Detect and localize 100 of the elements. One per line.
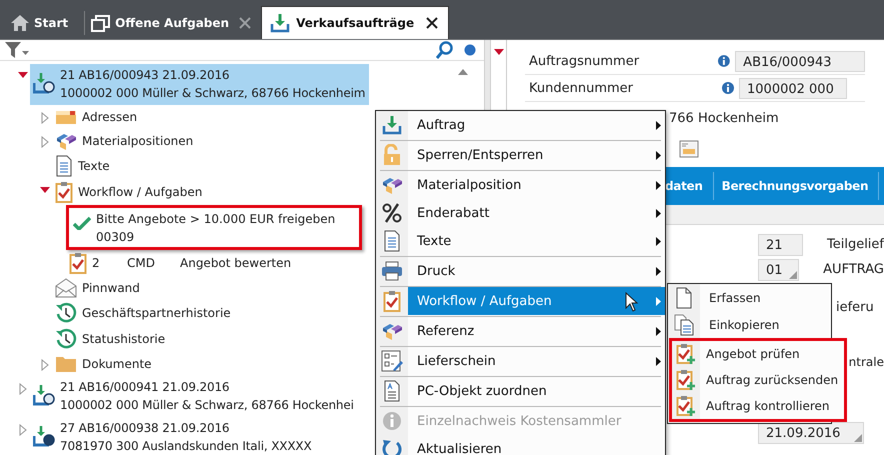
tab[interactable]: Offene Aufgaben <box>89 7 258 39</box>
menu-item[interactable]: Einkopieren <box>668 311 831 338</box>
windows-icon <box>91 14 112 32</box>
expand-icon[interactable] <box>41 136 49 148</box>
menu-item[interactable]: Texte <box>376 227 665 255</box>
menu-item[interactable]: Auftrag zurücksenden <box>672 367 844 393</box>
submenu-arrow-icon <box>656 266 661 276</box>
document-icon <box>383 230 401 252</box>
checklist-icon <box>381 350 403 372</box>
tree-item[interactable]: Texte <box>52 153 113 179</box>
field-label: Auftragsnummer <box>528 54 640 68</box>
tab[interactable]: Berechnungsvorgaben <box>714 172 880 200</box>
clipboard-check-icon <box>69 252 87 274</box>
tree-item[interactable]: 27 AB16/000938 21.09.2016 7081970 300 Auslandskunden Itali, XXXXX <box>30 417 316 455</box>
download-icon <box>270 13 290 33</box>
tree-item[interactable]: Adressen <box>52 105 140 129</box>
field-label: ieferu <box>836 300 874 315</box>
collapse-icon[interactable] <box>39 186 51 194</box>
order-icon <box>33 384 55 406</box>
tree-item[interactable]: Dokumente <box>52 352 155 376</box>
menu-item[interactable]: Enderabatt <box>376 199 665 227</box>
tab[interactable]: Start <box>8 7 80 39</box>
submenu-arrow-icon <box>656 356 661 366</box>
field-label: AUFTRAG <box>823 262 884 277</box>
boxes-icon <box>381 321 403 341</box>
info-icon <box>722 82 734 94</box>
folder-icon <box>55 355 77 373</box>
tree-item[interactable]: Pinnwand <box>52 276 143 300</box>
clipboard-check-icon <box>55 181 73 203</box>
dropdown-corner-icon <box>789 270 798 278</box>
envelope-icon <box>55 278 77 298</box>
submenu-arrow-icon <box>656 296 661 306</box>
lock-icon <box>382 144 402 166</box>
copy-icon <box>674 314 694 336</box>
tree-item[interactable]: Workflow / Aufgaben <box>52 179 206 205</box>
tree-item[interactable]: 21 AB16/000943 21.09.2016 1000002 000 Müller & Schwarz, 68766 Hockenheim <box>30 64 370 105</box>
document-icon <box>383 380 401 402</box>
info-icon <box>718 55 730 67</box>
submenu-arrow-icon <box>656 236 661 246</box>
order-icon <box>33 425 55 447</box>
menu-item[interactable]: PC-Objekt zuordnen <box>376 377 665 405</box>
dropdown-corner-icon <box>854 434 862 442</box>
boxes-icon <box>381 175 403 195</box>
dropdown-field[interactable]: 01 <box>758 258 800 280</box>
history-icon <box>55 328 77 350</box>
text-field[interactable]: 21 <box>758 234 803 256</box>
field-label: Kundennummer <box>528 80 634 96</box>
expand-icon[interactable] <box>41 112 49 124</box>
menu-item[interactable]: Druck <box>376 257 665 285</box>
collapse-icon[interactable] <box>17 71 29 79</box>
clipboard-plus-icon <box>676 343 696 365</box>
menu-item[interactable]: Sperren/Entsperren <box>376 141 665 169</box>
submenu-arrow-icon <box>656 180 661 190</box>
document-icon <box>675 286 693 308</box>
menu-item[interactable]: Materialposition <box>376 171 665 199</box>
text-field[interactable]: 1000002 000 <box>739 78 847 98</box>
submenu-arrow-icon <box>656 208 661 218</box>
collapse-icon[interactable] <box>492 48 504 56</box>
tree-item[interactable]: 2 CMD Angebot bewerten <box>66 250 294 276</box>
menu-item[interactable]: Referenz <box>376 317 665 345</box>
expand-icon[interactable] <box>19 424 27 436</box>
tree-item[interactable]: Statushistorie <box>52 326 168 352</box>
menu-item[interactable]: Auftrag <box>376 111 665 139</box>
clipboard-check-icon <box>383 290 401 312</box>
menu-item[interactable]: Aktualisieren <box>376 435 665 455</box>
menu-item[interactable]: Angebot prüfen <box>672 341 844 367</box>
download-icon <box>382 115 402 135</box>
home-icon <box>10 14 30 32</box>
menu-item[interactable]: Erfassen <box>668 284 831 311</box>
menu-item[interactable]: Auftrag kontrollieren <box>672 393 844 419</box>
submenu-arrow-icon <box>656 150 661 160</box>
card-icon[interactable] <box>679 140 699 158</box>
expand-icon[interactable] <box>41 359 49 371</box>
field-label: ntrale <box>848 354 884 368</box>
refresh-icon <box>382 439 402 455</box>
search-icon[interactable] <box>436 41 454 59</box>
circle-icon[interactable] <box>464 44 476 56</box>
document-icon <box>55 155 73 177</box>
expand-icon[interactable] <box>19 383 27 395</box>
envelope-icon <box>55 109 77 125</box>
clipboard-plus-icon <box>676 369 696 391</box>
scroll-up-icon[interactable] <box>458 69 468 75</box>
text-field[interactable]: AB16/000943 <box>735 50 865 72</box>
menu-item[interactable]: Lieferschein <box>376 347 665 375</box>
tab[interactable]: Verkaufsaufträge <box>261 6 450 39</box>
printer-icon <box>381 261 403 281</box>
check-icon <box>73 216 91 230</box>
tree-item[interactable]: Bitte Angebote > 10.000 EUR freigeben 00309 <box>66 205 362 250</box>
tree-item[interactable]: 21 AB16/000941 21.09.2016 1000002 000 Müller & Schwarz, 68766 Hockenhei <box>30 376 358 417</box>
info-icon <box>382 411 402 431</box>
tree-item[interactable]: Materialpositionen <box>52 129 196 153</box>
close-icon[interactable] <box>426 17 438 29</box>
submenu-arrow-icon <box>656 326 661 336</box>
field-label: Teilgelief <box>826 237 884 252</box>
filter-icon[interactable] <box>4 40 30 60</box>
tree-item[interactable]: Geschäftspartnerhistorie <box>52 300 234 326</box>
dropdown-field[interactable]: 21.09.2016 <box>758 422 864 444</box>
address-text: 766 Hockenheim <box>669 110 779 128</box>
cursor-icon <box>625 292 639 312</box>
clipboard-plus-icon <box>676 395 696 417</box>
